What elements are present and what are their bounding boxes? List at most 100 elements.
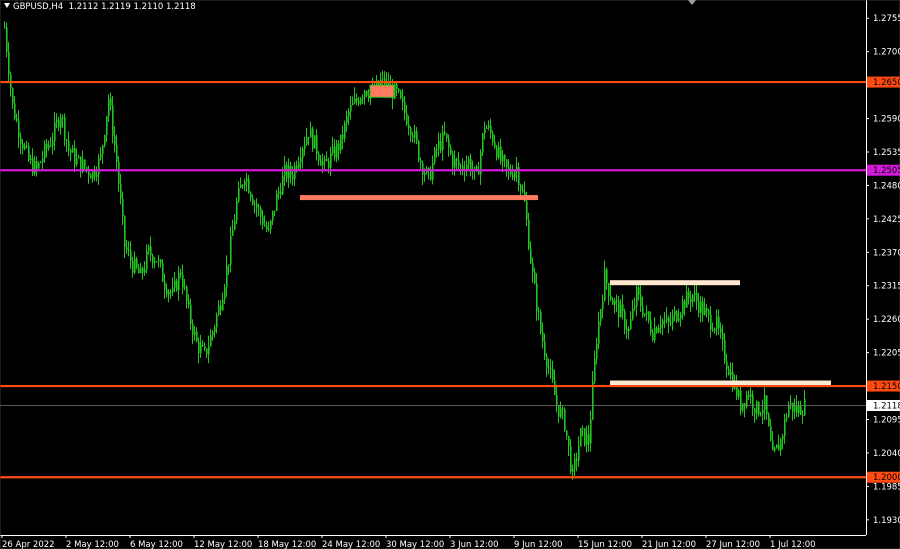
candle-body bbox=[166, 289, 168, 295]
candle-body bbox=[278, 191, 280, 194]
candle-body bbox=[26, 145, 28, 147]
candle-body bbox=[4, 27, 6, 29]
candle-body bbox=[650, 320, 652, 333]
candle-body bbox=[222, 299, 224, 311]
candle-body bbox=[660, 324, 662, 328]
candle-body bbox=[620, 304, 622, 318]
candle-body bbox=[618, 301, 620, 318]
candle-body bbox=[740, 390, 742, 411]
candle-body bbox=[420, 160, 422, 163]
candle-body bbox=[6, 27, 8, 52]
candle-body bbox=[748, 394, 750, 397]
candle-body bbox=[680, 314, 682, 319]
x-tick-label: 1 Jul 12:00 bbox=[770, 540, 816, 549]
candle-body bbox=[724, 340, 726, 362]
candle-body bbox=[800, 405, 802, 415]
candle-body bbox=[238, 187, 240, 202]
candle-body bbox=[180, 272, 182, 275]
candle-body bbox=[714, 328, 716, 331]
candle-body bbox=[668, 317, 670, 323]
candle-body bbox=[12, 88, 14, 104]
candle-body bbox=[706, 308, 708, 311]
y-axis-labels: 1.2755 1.2700 1.2590 1.2535 1.2480 1.2425 1.23… bbox=[866, 14, 900, 526]
candle-body bbox=[594, 358, 596, 382]
candle-body bbox=[60, 117, 62, 128]
candle-body bbox=[158, 260, 160, 262]
candle-body bbox=[84, 159, 86, 168]
candle-body bbox=[234, 220, 236, 230]
candle-body bbox=[100, 154, 102, 158]
candle-body bbox=[148, 246, 150, 251]
candle-body bbox=[176, 280, 178, 291]
ohlc-readout: 1.2112 1.2119 1.2110 1.2118 bbox=[68, 2, 196, 12]
candle-body bbox=[16, 118, 18, 121]
candle-body bbox=[304, 144, 306, 149]
candle-body bbox=[486, 127, 488, 129]
candle-body bbox=[254, 203, 256, 205]
candle-body bbox=[58, 120, 60, 128]
candle-body bbox=[500, 146, 502, 162]
candle-body bbox=[208, 346, 210, 355]
candle-body bbox=[780, 439, 782, 451]
level-price-label: 1.2000 bbox=[873, 473, 900, 483]
candle-body bbox=[686, 291, 688, 308]
candle-body bbox=[776, 444, 778, 449]
y-tick-label: 1.2700 bbox=[873, 48, 900, 58]
x-axis-labels: 26 Apr 2022 2 May 12:00 6 May 12:00 12 May … bbox=[1, 535, 816, 549]
candle-body bbox=[92, 171, 94, 179]
candle-body bbox=[28, 146, 30, 161]
candle-body bbox=[730, 371, 732, 375]
x-tick-label: 30 May 12:00 bbox=[386, 540, 444, 549]
candle-body bbox=[794, 405, 796, 412]
candle-body bbox=[38, 162, 40, 169]
candle-body bbox=[104, 135, 106, 146]
candle-body bbox=[342, 134, 344, 139]
candle-body bbox=[98, 157, 100, 175]
price-chart[interactable]: 1.2755 1.2700 1.2590 1.2535 1.2480 1.2425 1.23… bbox=[0, 0, 900, 549]
candle-body bbox=[802, 414, 804, 416]
candle-body bbox=[250, 192, 252, 199]
shift-marker-icon[interactable] bbox=[688, 0, 696, 5]
candle-body bbox=[282, 175, 284, 195]
candle-body bbox=[34, 160, 36, 174]
candle-body bbox=[328, 161, 330, 168]
candle-body bbox=[102, 145, 104, 155]
candle-body bbox=[546, 356, 548, 368]
candle-body bbox=[198, 341, 200, 354]
candle-body bbox=[124, 216, 126, 248]
candle-body bbox=[552, 368, 554, 381]
candle-body bbox=[430, 170, 432, 180]
candle-body bbox=[598, 321, 600, 344]
candle-body bbox=[768, 414, 770, 426]
dropdown-triangle-icon[interactable] bbox=[4, 3, 10, 8]
candle-body bbox=[30, 158, 32, 161]
candle-body bbox=[544, 341, 546, 357]
candle-body bbox=[610, 295, 612, 300]
candle-body bbox=[744, 403, 746, 407]
candle-body bbox=[296, 165, 298, 169]
candle-body bbox=[144, 269, 146, 273]
candle-body bbox=[202, 344, 204, 346]
y-tick-label: 1.2315 bbox=[873, 282, 900, 292]
candle-body bbox=[742, 403, 744, 411]
candle-body bbox=[662, 320, 664, 325]
candle-body bbox=[446, 133, 448, 139]
candle-body bbox=[142, 268, 144, 273]
candle-body bbox=[698, 301, 700, 313]
candle-body bbox=[314, 135, 316, 149]
candle-body bbox=[72, 147, 74, 153]
candle-body bbox=[186, 286, 188, 301]
y-tick-label: 1.2535 bbox=[873, 148, 900, 158]
candle-body bbox=[566, 430, 568, 437]
x-tick-label: 15 Jun 12:00 bbox=[578, 540, 632, 549]
candle-body bbox=[688, 291, 690, 299]
candle-body bbox=[710, 314, 712, 330]
candle-body bbox=[140, 268, 142, 274]
candle-body bbox=[8, 51, 10, 75]
candle-body bbox=[756, 401, 758, 414]
candle-body bbox=[614, 300, 616, 305]
candle-body bbox=[514, 171, 516, 178]
candle-body bbox=[624, 311, 626, 329]
candle-body bbox=[622, 304, 624, 312]
candle-body bbox=[540, 311, 542, 333]
